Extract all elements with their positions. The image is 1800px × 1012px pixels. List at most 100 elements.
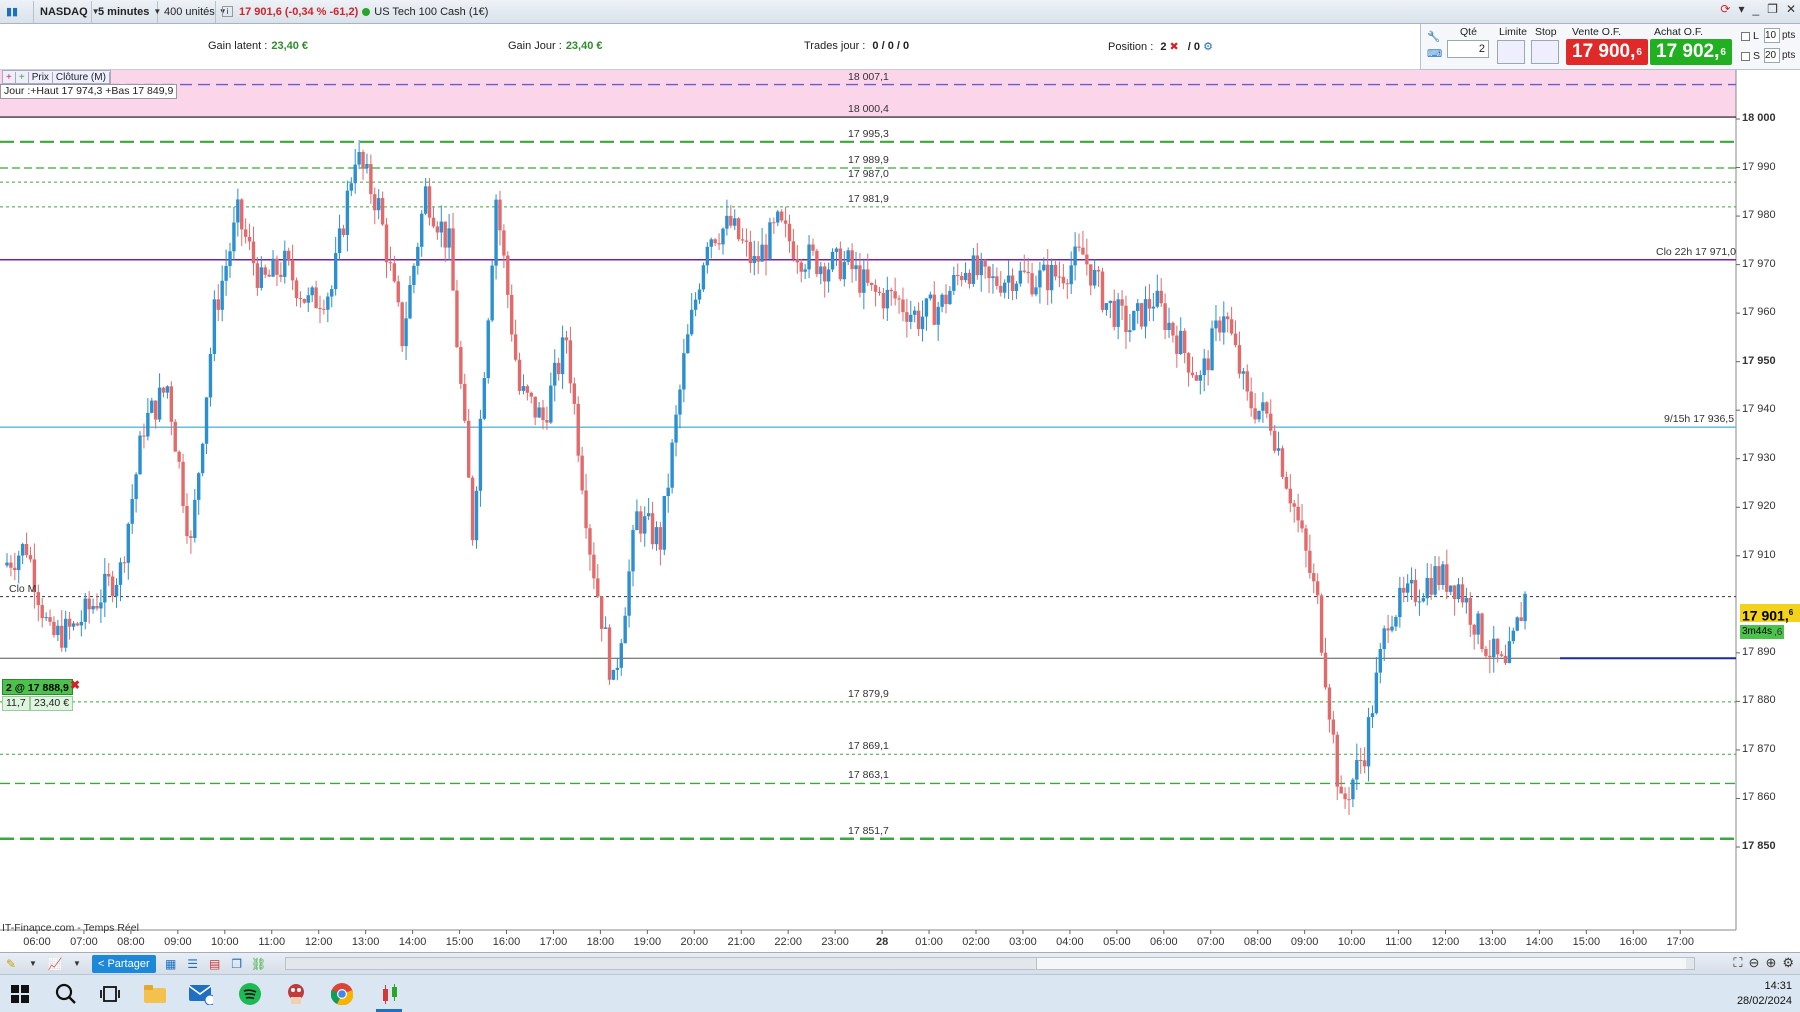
candle-body — [1495, 638, 1500, 655]
scroll-thumb[interactable] — [1036, 958, 1686, 969]
link-icon[interactable]: ⛓ — [250, 955, 268, 973]
s-points-input[interactable]: 20 — [1764, 48, 1780, 63]
windows-start-icon[interactable] — [8, 982, 32, 1006]
chart-tabs[interactable]: + + Prix Clôture (M) — [2, 70, 111, 84]
trading-app-icon[interactable] — [378, 982, 402, 1006]
search-icon[interactable] — [54, 982, 78, 1006]
zoom-out-icon[interactable]: ⊖ — [1749, 955, 1760, 971]
chart-scrollbar[interactable] — [285, 957, 1695, 970]
refresh-icon[interactable]: ⟳ — [1720, 2, 1730, 16]
candle-body — [310, 287, 314, 296]
candle-body — [376, 198, 381, 211]
limit-checkbox[interactable] — [1741, 32, 1750, 41]
add-icon[interactable]: + — [3, 71, 16, 83]
candle-body — [1288, 488, 1292, 504]
candle-body — [756, 256, 760, 262]
instrument-select[interactable]: NASDAQ ▼ — [34, 0, 100, 23]
candle-body — [650, 513, 655, 545]
position-info: Position : 2 ✖ / 0 ⚙ — [1108, 40, 1213, 53]
stop-checkbox[interactable] — [1741, 52, 1750, 61]
qty-input[interactable]: 2 — [1447, 40, 1489, 58]
line-chart-icon[interactable]: 📈 — [46, 955, 64, 973]
position-tag[interactable]: 2 @ 17 888,9 — [2, 679, 73, 695]
candle-body — [1128, 330, 1132, 333]
chart-canvas[interactable] — [0, 70, 1800, 936]
file-explorer-icon[interactable] — [143, 982, 167, 1006]
list-icon[interactable]: ☰ — [184, 955, 202, 973]
keyboard-icon[interactable]: ⌨ — [1427, 48, 1442, 60]
stop-order-button[interactable] — [1531, 40, 1559, 64]
chart-bars-icon[interactable]: ▮▮ — [6, 5, 18, 18]
candle-body — [400, 302, 404, 347]
x-axis-label: 10:00 — [1337, 936, 1366, 948]
system-clock[interactable]: 14:31 28/02/2024 — [1737, 979, 1792, 1009]
candle-body — [1163, 303, 1167, 330]
zoom-in-icon[interactable]: ⊕ — [1765, 955, 1776, 971]
settings-icon[interactable]: ⚙ — [1782, 955, 1794, 971]
sell-button[interactable]: 17 900, 6 — [1566, 39, 1648, 65]
candle-body — [1038, 270, 1042, 288]
tab-cloture[interactable]: Clôture (M) — [53, 71, 110, 83]
toolbar-icons[interactable]: ▮▮ — [0, 0, 34, 23]
y-axis-label: 17 860 — [1742, 791, 1776, 804]
candle-body — [709, 239, 713, 247]
candle-body — [533, 396, 537, 418]
candle-body — [107, 573, 111, 577]
settings-icon[interactable]: ⚙ — [1203, 41, 1213, 53]
info-icon[interactable]: i — [222, 6, 233, 17]
candle-body — [869, 282, 874, 286]
x-axis-label: 22:00 — [774, 936, 802, 948]
candle-body — [1186, 353, 1191, 373]
candle-body — [114, 584, 119, 597]
candle-body — [91, 606, 95, 610]
close-icon[interactable]: ✕ — [1786, 2, 1796, 16]
x-axis-label: 19:00 — [633, 936, 662, 948]
candle-body — [1182, 330, 1187, 354]
table-icon[interactable]: ▦ — [162, 955, 180, 973]
candle-body — [1402, 587, 1406, 593]
l-points-input[interactable]: 10 — [1764, 28, 1780, 43]
close-position-icon[interactable]: ✖ — [70, 678, 80, 692]
pencil-icon[interactable]: ✎ — [2, 955, 20, 973]
candle-body — [748, 241, 753, 264]
candle-body — [1507, 641, 1512, 664]
candle-body — [971, 255, 976, 284]
close-position-icon[interactable]: ✖ — [1170, 41, 1179, 53]
chevron-down-icon[interactable]: ▼ — [68, 955, 86, 973]
candle-body — [1382, 628, 1386, 650]
chrome-icon[interactable] — [330, 982, 354, 1006]
add-indicator-icon[interactable]: + — [16, 71, 29, 83]
candle-body — [1452, 585, 1457, 600]
restore-icon[interactable]: ❐ — [1767, 2, 1778, 16]
wrench-icon[interactable]: 🔧 — [1427, 30, 1440, 43]
limit-order-button[interactable] — [1497, 40, 1525, 64]
task-view-icon[interactable] — [98, 982, 122, 1006]
zoom-fit-icon[interactable]: ⛶ — [1733, 955, 1742, 971]
candle-body — [1092, 269, 1097, 286]
candle-body — [1155, 290, 1159, 307]
tab-prix[interactable]: Prix — [29, 71, 53, 83]
units-select[interactable]: 400 unités ▼ — [158, 0, 227, 23]
candle-body — [733, 218, 737, 226]
clock-time: 14:31 — [1764, 980, 1792, 992]
market-name: US Tech 100 Cash (1€) — [374, 5, 489, 18]
minimize-icon[interactable]: _ — [1752, 2, 1759, 16]
dropdown-icon[interactable]: ▾ — [1738, 2, 1744, 16]
spotify-icon[interactable] — [238, 982, 262, 1006]
candle-body — [275, 258, 279, 275]
candle-body — [1139, 303, 1144, 327]
grid-icon[interactable]: ▤ — [206, 955, 224, 973]
candle-body — [506, 255, 510, 295]
mail-icon[interactable] — [189, 982, 213, 1006]
gain-jour-label: Gain Jour : — [508, 40, 562, 52]
candle-body — [283, 250, 287, 277]
price-chart[interactable] — [0, 70, 1800, 936]
share-icon: < — [98, 957, 105, 970]
window-icon[interactable]: ❐ — [228, 955, 246, 973]
candle-body — [819, 266, 823, 275]
buy-button[interactable]: 17 902, 6 — [1650, 39, 1732, 65]
share-button[interactable]: < Partager — [92, 954, 156, 973]
game-app-icon[interactable] — [284, 982, 308, 1006]
chevron-down-icon[interactable]: ▼ — [24, 955, 42, 973]
period-select[interactable]: 5 minutes ▼ — [92, 0, 161, 23]
